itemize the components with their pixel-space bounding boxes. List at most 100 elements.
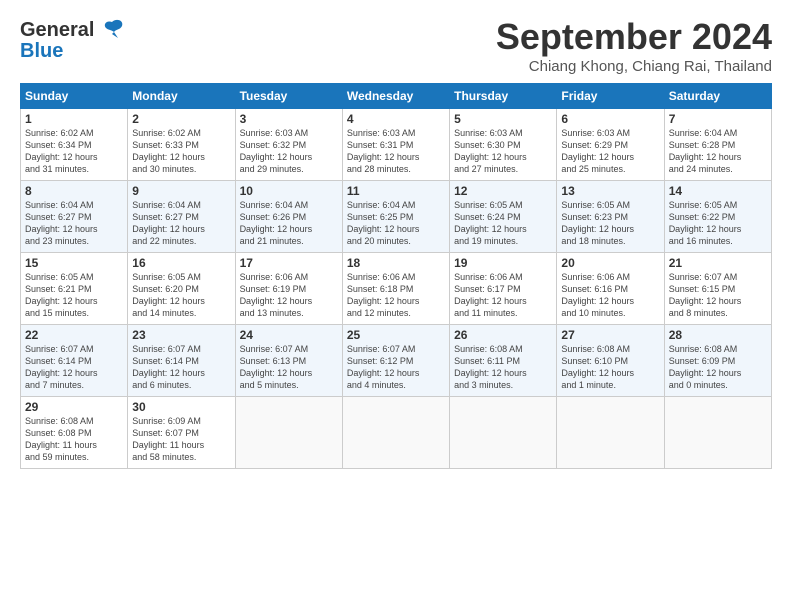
calendar-cell: 6Sunrise: 6:03 AM Sunset: 6:29 PM Daylig… bbox=[557, 109, 664, 181]
day-number: 24 bbox=[240, 328, 338, 342]
day-detail: Sunrise: 6:05 AM Sunset: 6:20 PM Dayligh… bbox=[132, 271, 230, 320]
calendar-cell: 9Sunrise: 6:04 AM Sunset: 6:27 PM Daylig… bbox=[128, 181, 235, 253]
day-detail: Sunrise: 6:09 AM Sunset: 6:07 PM Dayligh… bbox=[132, 415, 230, 464]
calendar-cell: 14Sunrise: 6:05 AM Sunset: 6:22 PM Dayli… bbox=[664, 181, 771, 253]
day-number: 4 bbox=[347, 112, 445, 126]
day-detail: Sunrise: 6:05 AM Sunset: 6:24 PM Dayligh… bbox=[454, 199, 552, 248]
day-number: 2 bbox=[132, 112, 230, 126]
calendar-cell: 19Sunrise: 6:06 AM Sunset: 6:17 PM Dayli… bbox=[450, 253, 557, 325]
calendar-cell: 15Sunrise: 6:05 AM Sunset: 6:21 PM Dayli… bbox=[21, 253, 128, 325]
calendar-cell: 3Sunrise: 6:03 AM Sunset: 6:32 PM Daylig… bbox=[235, 109, 342, 181]
day-detail: Sunrise: 6:06 AM Sunset: 6:16 PM Dayligh… bbox=[561, 271, 659, 320]
day-number: 10 bbox=[240, 184, 338, 198]
calendar-cell: 2Sunrise: 6:02 AM Sunset: 6:33 PM Daylig… bbox=[128, 109, 235, 181]
day-detail: Sunrise: 6:04 AM Sunset: 6:27 PM Dayligh… bbox=[25, 199, 123, 248]
day-number: 15 bbox=[25, 256, 123, 270]
calendar-cell: 22Sunrise: 6:07 AM Sunset: 6:14 PM Dayli… bbox=[21, 325, 128, 397]
calendar-cell: 8Sunrise: 6:04 AM Sunset: 6:27 PM Daylig… bbox=[21, 181, 128, 253]
day-detail: Sunrise: 6:08 AM Sunset: 6:09 PM Dayligh… bbox=[669, 343, 767, 392]
day-detail: Sunrise: 6:05 AM Sunset: 6:23 PM Dayligh… bbox=[561, 199, 659, 248]
day-detail: Sunrise: 6:08 AM Sunset: 6:08 PM Dayligh… bbox=[25, 415, 123, 464]
day-number: 14 bbox=[669, 184, 767, 198]
day-detail: Sunrise: 6:03 AM Sunset: 6:30 PM Dayligh… bbox=[454, 127, 552, 176]
day-number: 26 bbox=[454, 328, 552, 342]
calendar-cell: 23Sunrise: 6:07 AM Sunset: 6:14 PM Dayli… bbox=[128, 325, 235, 397]
calendar-week-row: 15Sunrise: 6:05 AM Sunset: 6:21 PM Dayli… bbox=[21, 253, 772, 325]
day-detail: Sunrise: 6:06 AM Sunset: 6:19 PM Dayligh… bbox=[240, 271, 338, 320]
day-number: 8 bbox=[25, 184, 123, 198]
day-detail: Sunrise: 6:03 AM Sunset: 6:31 PM Dayligh… bbox=[347, 127, 445, 176]
calendar-cell bbox=[235, 397, 342, 469]
calendar-week-row: 1Sunrise: 6:02 AM Sunset: 6:34 PM Daylig… bbox=[21, 109, 772, 181]
day-detail: Sunrise: 6:06 AM Sunset: 6:17 PM Dayligh… bbox=[454, 271, 552, 320]
calendar-cell: 21Sunrise: 6:07 AM Sunset: 6:15 PM Dayli… bbox=[664, 253, 771, 325]
day-detail: Sunrise: 6:04 AM Sunset: 6:28 PM Dayligh… bbox=[669, 127, 767, 176]
day-number: 12 bbox=[454, 184, 552, 198]
calendar-cell: 18Sunrise: 6:06 AM Sunset: 6:18 PM Dayli… bbox=[342, 253, 449, 325]
day-detail: Sunrise: 6:07 AM Sunset: 6:13 PM Dayligh… bbox=[240, 343, 338, 392]
day-detail: Sunrise: 6:07 AM Sunset: 6:14 PM Dayligh… bbox=[132, 343, 230, 392]
calendar-cell bbox=[557, 397, 664, 469]
calendar-cell: 30Sunrise: 6:09 AM Sunset: 6:07 PM Dayli… bbox=[128, 397, 235, 469]
day-detail: Sunrise: 6:04 AM Sunset: 6:26 PM Dayligh… bbox=[240, 199, 338, 248]
day-detail: Sunrise: 6:02 AM Sunset: 6:34 PM Dayligh… bbox=[25, 127, 123, 176]
calendar-cell: 24Sunrise: 6:07 AM Sunset: 6:13 PM Dayli… bbox=[235, 325, 342, 397]
day-number: 23 bbox=[132, 328, 230, 342]
day-number: 18 bbox=[347, 256, 445, 270]
logo: General Blue bbox=[20, 16, 126, 63]
day-number: 22 bbox=[25, 328, 123, 342]
page: General Blue September 2024 Chiang Khong… bbox=[0, 0, 792, 479]
calendar-cell: 16Sunrise: 6:05 AM Sunset: 6:20 PM Dayli… bbox=[128, 253, 235, 325]
calendar-cell bbox=[342, 397, 449, 469]
day-number: 19 bbox=[454, 256, 552, 270]
day-detail: Sunrise: 6:07 AM Sunset: 6:14 PM Dayligh… bbox=[25, 343, 123, 392]
calendar-cell: 26Sunrise: 6:08 AM Sunset: 6:11 PM Dayli… bbox=[450, 325, 557, 397]
logo-blue: Blue bbox=[20, 40, 63, 63]
day-number: 3 bbox=[240, 112, 338, 126]
calendar-cell: 1Sunrise: 6:02 AM Sunset: 6:34 PM Daylig… bbox=[21, 109, 128, 181]
header: General Blue September 2024 Chiang Khong… bbox=[20, 16, 772, 75]
calendar-cell: 17Sunrise: 6:06 AM Sunset: 6:19 PM Dayli… bbox=[235, 253, 342, 325]
calendar-header-friday: Friday bbox=[557, 84, 664, 109]
day-detail: Sunrise: 6:02 AM Sunset: 6:33 PM Dayligh… bbox=[132, 127, 230, 176]
calendar-cell bbox=[450, 397, 557, 469]
calendar-cell: 27Sunrise: 6:08 AM Sunset: 6:10 PM Dayli… bbox=[557, 325, 664, 397]
day-detail: Sunrise: 6:05 AM Sunset: 6:22 PM Dayligh… bbox=[669, 199, 767, 248]
day-number: 28 bbox=[669, 328, 767, 342]
day-number: 16 bbox=[132, 256, 230, 270]
day-number: 30 bbox=[132, 400, 230, 414]
calendar-cell: 5Sunrise: 6:03 AM Sunset: 6:30 PM Daylig… bbox=[450, 109, 557, 181]
day-detail: Sunrise: 6:07 AM Sunset: 6:15 PM Dayligh… bbox=[669, 271, 767, 320]
day-detail: Sunrise: 6:05 AM Sunset: 6:21 PM Dayligh… bbox=[25, 271, 123, 320]
calendar-header-row: SundayMondayTuesdayWednesdayThursdayFrid… bbox=[21, 84, 772, 109]
day-number: 17 bbox=[240, 256, 338, 270]
calendar-header-saturday: Saturday bbox=[664, 84, 771, 109]
day-number: 11 bbox=[347, 184, 445, 198]
month-title: September 2024 bbox=[496, 16, 772, 58]
calendar-cell: 13Sunrise: 6:05 AM Sunset: 6:23 PM Dayli… bbox=[557, 181, 664, 253]
calendar-cell: 20Sunrise: 6:06 AM Sunset: 6:16 PM Dayli… bbox=[557, 253, 664, 325]
day-number: 21 bbox=[669, 256, 767, 270]
calendar-header-tuesday: Tuesday bbox=[235, 84, 342, 109]
calendar-week-row: 22Sunrise: 6:07 AM Sunset: 6:14 PM Dayli… bbox=[21, 325, 772, 397]
day-detail: Sunrise: 6:04 AM Sunset: 6:25 PM Dayligh… bbox=[347, 199, 445, 248]
title-block: September 2024 Chiang Khong, Chiang Rai,… bbox=[496, 16, 772, 75]
day-detail: Sunrise: 6:03 AM Sunset: 6:29 PM Dayligh… bbox=[561, 127, 659, 176]
logo-bird-icon bbox=[98, 16, 126, 44]
calendar-cell: 10Sunrise: 6:04 AM Sunset: 6:26 PM Dayli… bbox=[235, 181, 342, 253]
day-number: 1 bbox=[25, 112, 123, 126]
calendar-cell: 7Sunrise: 6:04 AM Sunset: 6:28 PM Daylig… bbox=[664, 109, 771, 181]
day-number: 29 bbox=[25, 400, 123, 414]
calendar-cell: 28Sunrise: 6:08 AM Sunset: 6:09 PM Dayli… bbox=[664, 325, 771, 397]
day-detail: Sunrise: 6:04 AM Sunset: 6:27 PM Dayligh… bbox=[132, 199, 230, 248]
calendar-header-wednesday: Wednesday bbox=[342, 84, 449, 109]
calendar-cell: 4Sunrise: 6:03 AM Sunset: 6:31 PM Daylig… bbox=[342, 109, 449, 181]
day-detail: Sunrise: 6:03 AM Sunset: 6:32 PM Dayligh… bbox=[240, 127, 338, 176]
day-number: 27 bbox=[561, 328, 659, 342]
calendar-cell: 25Sunrise: 6:07 AM Sunset: 6:12 PM Dayli… bbox=[342, 325, 449, 397]
calendar-header-monday: Monday bbox=[128, 84, 235, 109]
day-number: 7 bbox=[669, 112, 767, 126]
calendar-week-row: 29Sunrise: 6:08 AM Sunset: 6:08 PM Dayli… bbox=[21, 397, 772, 469]
day-number: 25 bbox=[347, 328, 445, 342]
location-title: Chiang Khong, Chiang Rai, Thailand bbox=[496, 58, 772, 75]
